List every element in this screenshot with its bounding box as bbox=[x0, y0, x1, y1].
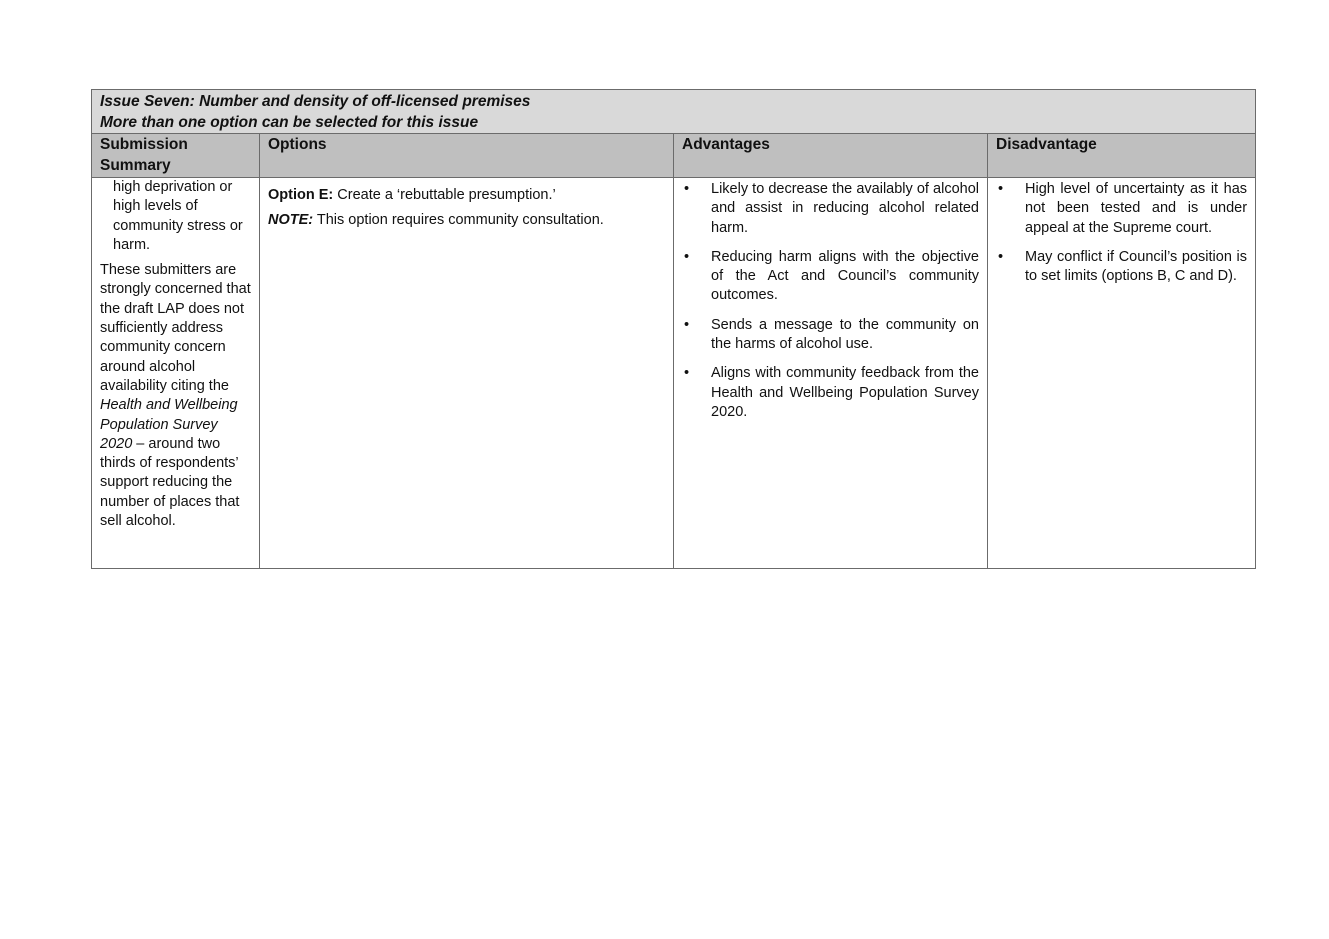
note-text: This option requires community consultat… bbox=[313, 212, 604, 229]
disadvantage-text: May conflict if Council’s position is to… bbox=[1025, 248, 1248, 285]
options-cell: Option E: Create a ‘rebuttable presumpti… bbox=[259, 177, 674, 569]
bullet-icon: • bbox=[684, 248, 690, 265]
issue-title-row: Issue Seven: Number and density of off-l… bbox=[90, 89, 1257, 134]
advantage-item: • Reducing harm aligns with the objective… bbox=[682, 248, 979, 306]
disadvantage-list: • High level of uncertainty as it has not… bbox=[996, 180, 1247, 286]
summary-continued-item: high deprivation or high levels of commu… bbox=[113, 179, 243, 253]
option-note: NOTE: This option requires community con… bbox=[268, 211, 665, 230]
disadvantage-item: • May conflict if Council’s position is t… bbox=[996, 248, 1247, 287]
bullet-icon: • bbox=[684, 316, 690, 333]
disadvantage-cell: • High level of uncertainty as it has not… bbox=[986, 177, 1257, 569]
advantage-item: • Aligns with community feedback from the… bbox=[682, 364, 979, 422]
bullet-icon: • bbox=[684, 365, 690, 382]
column-header-row: Submission Summary Options Advantages Di… bbox=[91, 133, 1257, 178]
bullet-icon: • bbox=[684, 181, 690, 197]
advantages-list: • Likely to decrease the availably of alc… bbox=[682, 180, 979, 422]
summary-cell: high deprivation or high levels of commu… bbox=[91, 177, 260, 569]
disadvantage-item: • High level of uncertainty as it has not… bbox=[996, 180, 1247, 238]
option-label: Option E: bbox=[268, 187, 334, 203]
bullet-icon: • bbox=[998, 248, 1004, 265]
advantage-item: • Likely to decrease the availably of alc… bbox=[682, 180, 979, 238]
advantage-text: Sends a message to the community on the … bbox=[711, 316, 979, 353]
document-page: Issue Seven: Number and density of off-l… bbox=[90, 89, 1257, 569]
header-disadvantage: Disadvantage bbox=[986, 133, 1257, 178]
issue-table: Issue Seven: Number and density of off-l… bbox=[90, 89, 1257, 569]
advantage-item: • Sends a message to the community on the… bbox=[682, 316, 979, 355]
header-options: Options bbox=[259, 133, 674, 178]
option-text: Create a ‘rebuttable presumption.’ bbox=[333, 187, 556, 203]
issue-subtitle: More than one option can be selected for… bbox=[100, 114, 479, 131]
summary-text-start: These submitters are strongly concerned … bbox=[100, 262, 251, 394]
header-submission-summary: Submission Summary bbox=[91, 133, 260, 178]
disadvantage-text: High level of uncertainty as it has not … bbox=[1025, 181, 1248, 236]
header-advantages: Advantages bbox=[673, 133, 988, 178]
issue-title-cell: Issue Seven: Number and density of off-l… bbox=[90, 89, 1257, 134]
issue-title: Issue Seven: Number and density of off-l… bbox=[100, 93, 531, 110]
advantage-text: Likely to decrease the availably of alco… bbox=[711, 181, 979, 236]
bullet-icon: • bbox=[998, 181, 1004, 197]
advantages-cell: • Likely to decrease the availably of alc… bbox=[673, 177, 988, 569]
content-row: high deprivation or high levels of commu… bbox=[91, 177, 1257, 569]
summary-paragraph: These submitters are strongly concerned … bbox=[100, 261, 251, 531]
option-e: Option E: Create a ‘rebuttable presumpti… bbox=[268, 186, 665, 205]
advantage-text: Aligns with community feedback from the … bbox=[711, 365, 979, 420]
advantage-text: Reducing harm aligns with the objective … bbox=[711, 248, 979, 304]
note-label: NOTE: bbox=[268, 212, 314, 229]
